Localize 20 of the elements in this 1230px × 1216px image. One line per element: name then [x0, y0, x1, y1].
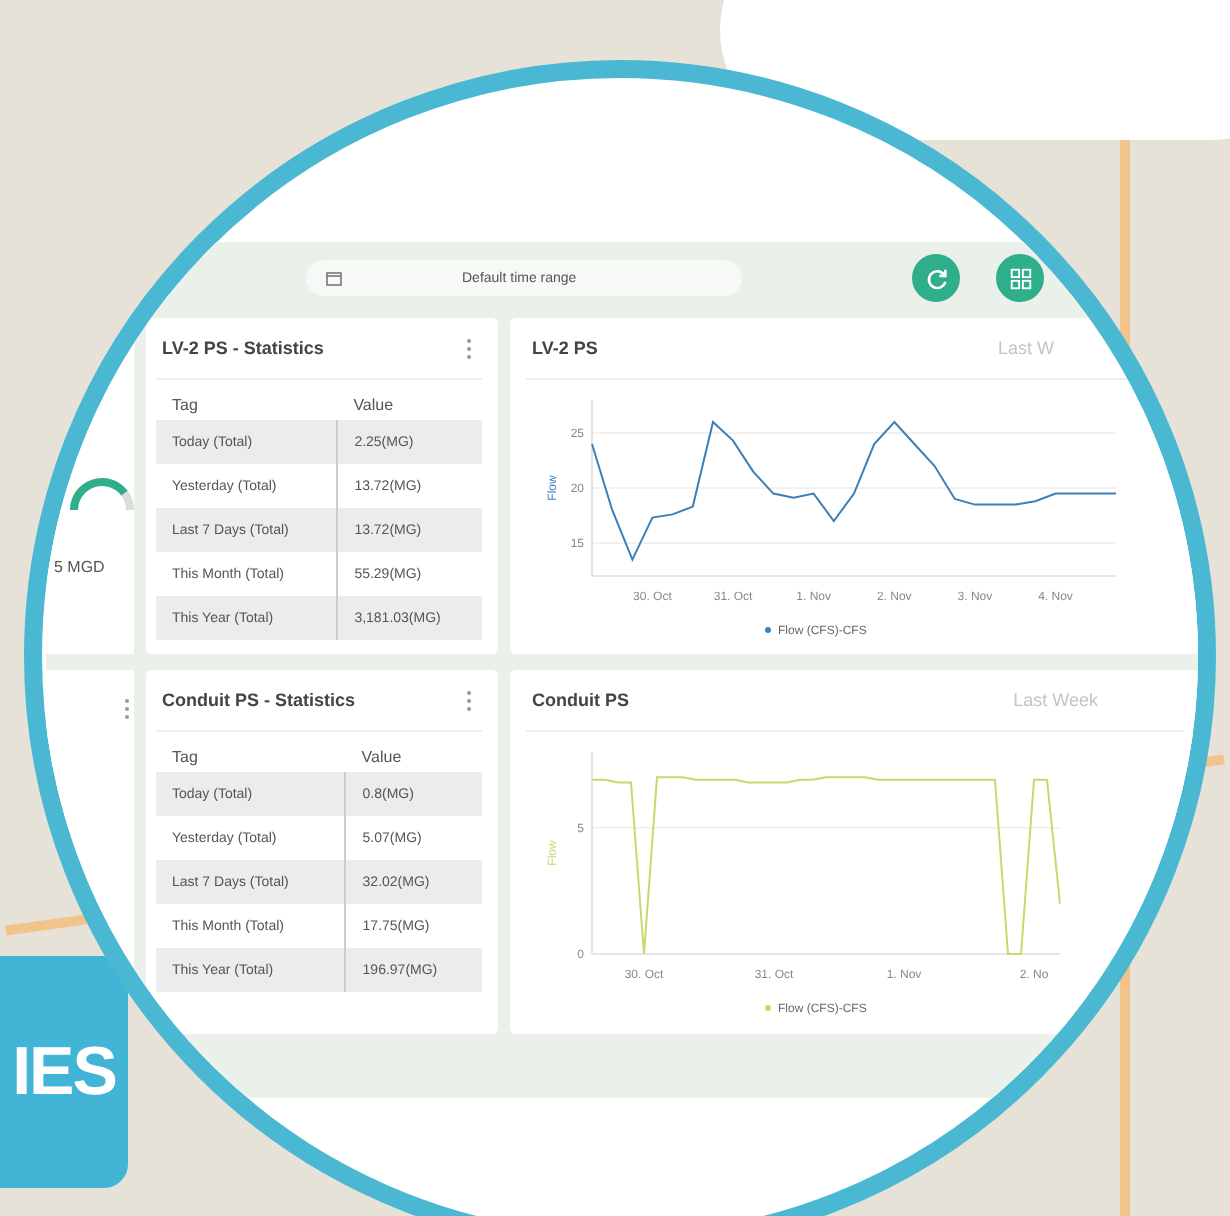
card-title: LV-2 PS — [532, 338, 598, 358]
column-header: Tag — [156, 388, 338, 420]
more-icon[interactable] — [466, 689, 472, 711]
column-header: Value — [345, 740, 482, 772]
card-title: LV-2 PS - Statistics — [162, 338, 324, 358]
title-badge: IES — [0, 956, 128, 1188]
grid-icon — [1007, 265, 1033, 291]
refresh-button[interactable] — [912, 254, 960, 302]
refresh-icon — [923, 265, 949, 291]
column-header: Value — [337, 388, 482, 420]
card-title: Conduit PS - Statistics — [162, 690, 356, 710]
calendar-icon — [326, 271, 342, 285]
grid-button[interactable] — [996, 254, 1044, 302]
more-icon[interactable] — [124, 698, 130, 720]
range-label: Last Week — [1013, 690, 1098, 710]
flow-reading: 5 MGD — [54, 558, 105, 576]
more-icon[interactable] — [466, 337, 472, 359]
range-label: Last W — [997, 338, 1054, 358]
column-header: Tag — [156, 740, 346, 772]
card-title: Conduit PS — [532, 690, 629, 710]
